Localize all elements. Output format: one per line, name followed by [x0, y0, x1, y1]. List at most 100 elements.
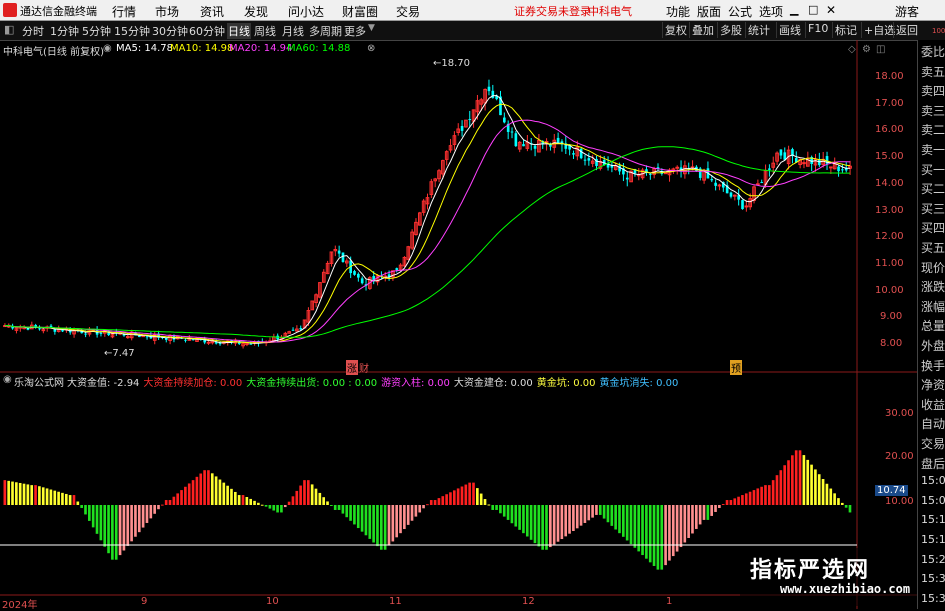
quote-panel-item[interactable]: 涨幅: [921, 298, 945, 315]
candle[interactable]: [337, 250, 341, 254]
candle[interactable]: [218, 343, 222, 345]
candle[interactable]: [245, 343, 249, 346]
candle[interactable]: [579, 148, 583, 159]
period-1min[interactable]: 1分钟: [50, 23, 79, 39]
period-monthly[interactable]: 月线: [282, 23, 304, 39]
candle[interactable]: [249, 343, 253, 345]
kline-chart[interactable]: [0, 40, 917, 609]
quote-panel-item[interactable]: 买一: [921, 161, 945, 178]
candle[interactable]: [744, 205, 749, 208]
quote-panel-item[interactable]: 15:13: [921, 513, 945, 526]
candle[interactable]: [395, 268, 399, 270]
btn-f10[interactable]: F10: [805, 22, 830, 38]
menu-gongneng[interactable]: 功能: [666, 3, 690, 20]
candle[interactable]: [741, 200, 744, 210]
quote-panel-item[interactable]: 委比: [921, 43, 945, 60]
candle[interactable]: [514, 133, 518, 147]
candle[interactable]: [460, 125, 464, 131]
candle[interactable]: [779, 149, 783, 156]
candle[interactable]: [802, 162, 806, 165]
candle[interactable]: [468, 119, 472, 121]
candle[interactable]: [84, 333, 87, 335]
candle[interactable]: [503, 117, 506, 123]
quote-panel-item[interactable]: 15:19: [921, 533, 945, 546]
quote-panel-item[interactable]: 卖五: [921, 63, 945, 80]
candle[interactable]: [126, 336, 130, 339]
candle[interactable]: [572, 153, 575, 155]
candle[interactable]: [41, 329, 46, 332]
quote-panel-item[interactable]: 收益: [921, 396, 945, 413]
menu-faxian[interactable]: 发现: [244, 3, 268, 20]
candle[interactable]: [556, 137, 560, 144]
candle[interactable]: [841, 169, 844, 171]
quote-panel-item[interactable]: 卖三: [921, 102, 945, 119]
period-30min[interactable]: 30分钟: [152, 23, 188, 39]
quote-panel-item[interactable]: 换手: [921, 357, 945, 374]
btn-biaoji[interactable]: 标记: [832, 22, 859, 38]
quote-panel-item[interactable]: 交易: [921, 435, 945, 452]
maximize-icon[interactable]: □: [808, 3, 818, 16]
btn-fuquan[interactable]: 复权: [662, 22, 689, 38]
candle[interactable]: [729, 192, 733, 197]
menu-wenxiaoda[interactable]: 问小达: [288, 3, 324, 20]
candle[interactable]: [341, 252, 345, 263]
quote-panel-item[interactable]: 15:06: [921, 494, 945, 507]
quote-panel-item[interactable]: 15:25: [921, 553, 945, 566]
close-icon[interactable]: ✕: [826, 3, 836, 17]
candle[interactable]: [583, 159, 587, 161]
candle[interactable]: [61, 330, 64, 332]
candle[interactable]: [760, 182, 764, 184]
quote-panel-item[interactable]: 总量: [921, 317, 945, 334]
candle[interactable]: [717, 184, 722, 187]
quote-panel-item[interactable]: 买五: [921, 239, 945, 256]
quote-panel-item[interactable]: 涨跌: [921, 278, 945, 295]
quote-panel-item[interactable]: 现价: [921, 259, 945, 276]
toolbar-left-arrow-icon[interactable]: ◧: [4, 23, 14, 36]
menu-hangqing[interactable]: 行情: [112, 3, 136, 20]
period-60min[interactable]: 60分钟: [189, 23, 225, 39]
btn-add-watchlist[interactable]: +自选: [861, 22, 897, 38]
candle[interactable]: [829, 166, 833, 169]
quote-panel-item[interactable]: 外盘: [921, 337, 945, 354]
candle[interactable]: [714, 182, 717, 186]
menu-jiaoyi[interactable]: 交易: [396, 3, 420, 20]
period-5min[interactable]: 5分钟: [82, 23, 111, 39]
quote-panel-item[interactable]: 15:00: [921, 474, 945, 487]
menu-caifuquan[interactable]: 财富圈: [342, 3, 378, 20]
candle[interactable]: [206, 341, 211, 344]
candle[interactable]: [533, 145, 537, 149]
candle[interactable]: [756, 183, 760, 186]
candle[interactable]: [663, 172, 668, 175]
quote-panel-item[interactable]: 净资: [921, 376, 945, 393]
event-marker-yu[interactable]: 预: [730, 360, 742, 375]
quote-panel-item[interactable]: 15:31: [921, 572, 945, 585]
candle[interactable]: [184, 339, 187, 341]
indicator-settings-icon[interactable]: ◉: [3, 374, 12, 385]
menu-xuanxiang[interactable]: 选项: [759, 3, 783, 20]
btn-huaxian[interactable]: 画线: [776, 22, 803, 38]
candle[interactable]: [357, 273, 360, 278]
btn-diejia[interactable]: 叠加: [689, 22, 716, 38]
candle[interactable]: [510, 131, 514, 133]
quote-panel-item[interactable]: 买三: [921, 200, 945, 217]
period-fenshi[interactable]: 分时: [22, 23, 44, 39]
more-dropdown-icon[interactable]: ▼: [368, 23, 375, 33]
btn-back[interactable]: 返回: [893, 22, 920, 38]
btn-duogu[interactable]: 多股: [717, 22, 744, 38]
period-multi[interactable]: 多周期: [309, 23, 342, 39]
btn-tongji[interactable]: 统计: [745, 22, 772, 38]
candle[interactable]: [768, 168, 771, 170]
candle[interactable]: [648, 173, 652, 175]
quote-panel-item[interactable]: 卖一: [921, 141, 945, 158]
candle[interactable]: [99, 332, 103, 334]
candle[interactable]: [487, 86, 491, 92]
event-marker-cai[interactable]: 财: [359, 360, 369, 375]
candle[interactable]: [837, 166, 840, 172]
menu-banmian[interactable]: 版面: [697, 3, 721, 20]
candle[interactable]: [145, 336, 149, 338]
user-label[interactable]: 游客: [895, 3, 919, 20]
candle[interactable]: [360, 278, 364, 284]
quote-panel-item[interactable]: 15:38: [921, 592, 945, 605]
candle[interactable]: [299, 328, 303, 330]
quote-panel-item[interactable]: 盘后: [921, 455, 945, 472]
